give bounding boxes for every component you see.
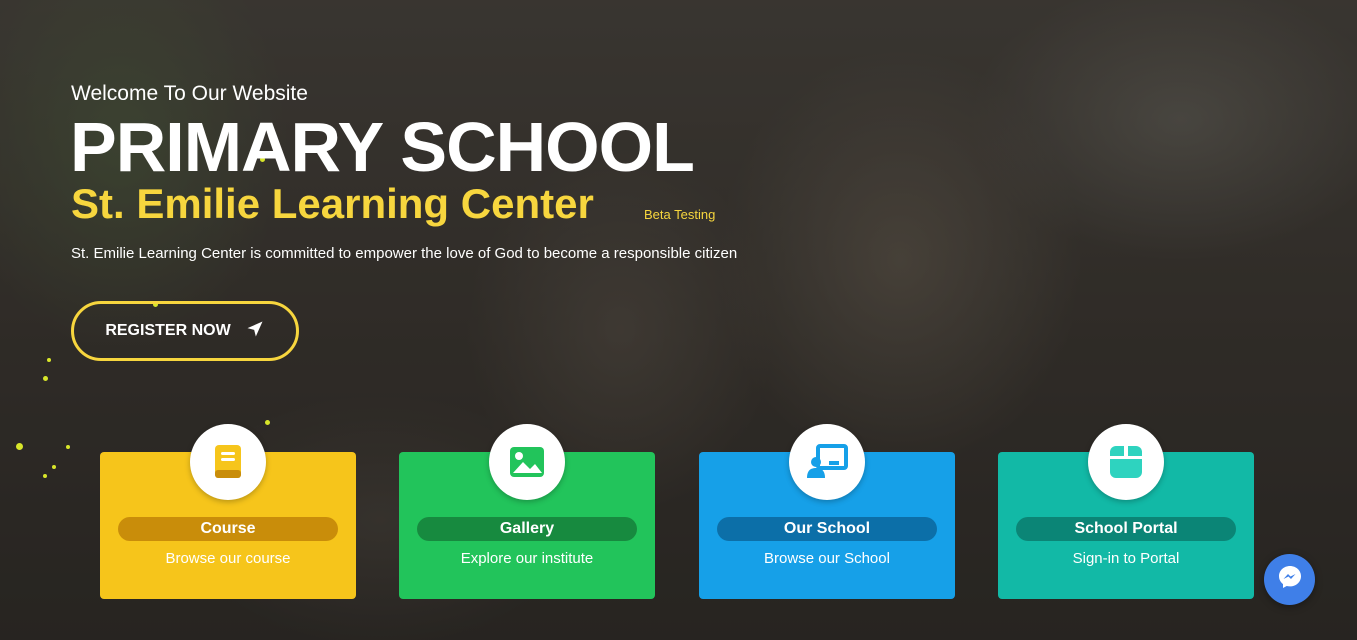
beta-badge: Beta Testing [644,207,716,222]
messenger-chat-button[interactable] [1264,554,1315,605]
school-name: St. Emilie Learning Center [71,180,594,227]
box-icon [1088,424,1164,500]
our-school-title: Our School [717,517,937,541]
course-card[interactable]: Course Browse our course [100,424,356,599]
school-portal-card[interactable]: School Portal Sign-in to Portal [998,424,1254,599]
gallery-description: Explore our institute [460,550,594,567]
decor-dot [66,445,70,449]
school-portal-description: Sign-in to Portal [1072,550,1180,567]
decor-dot [43,376,48,381]
gallery-title: Gallery [417,517,637,541]
school-portal-title: School Portal [1016,517,1236,541]
decor-dot [47,358,51,362]
decor-dot [43,474,47,478]
register-now-label: REGISTER NOW [105,322,231,339]
welcome-text: Welcome To Our Website [71,82,308,105]
our-school-description: Browse our School [764,550,890,567]
image-icon [489,424,565,500]
presentation-icon [789,424,865,500]
gallery-card[interactable]: Gallery Explore our institute [399,424,655,599]
page-title: PRIMARY SCHOOL [70,108,695,186]
register-now-button[interactable]: REGISTER NOW [71,301,299,361]
send-arrow-icon [245,319,265,344]
course-title: Course [118,517,338,541]
decor-dot [52,465,56,469]
course-description: Browse our course [165,550,291,567]
tagline: St. Emilie Learning Center is committed … [71,245,738,262]
decor-dot [265,420,270,425]
messenger-icon [1277,564,1303,595]
our-school-card[interactable]: Our School Browse our School [699,424,955,599]
book-icon [190,424,266,500]
decor-dot [16,443,23,450]
